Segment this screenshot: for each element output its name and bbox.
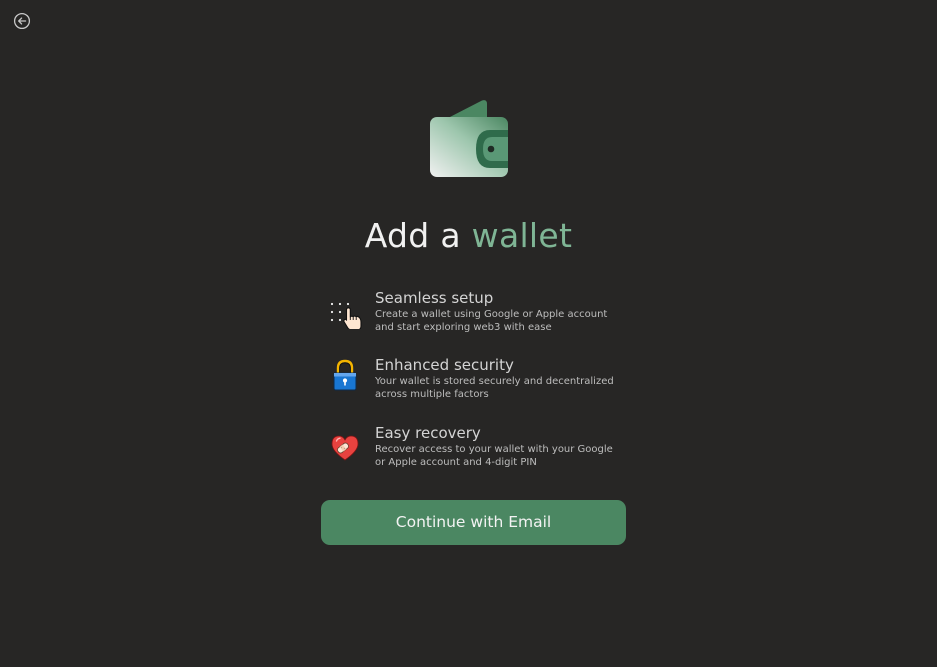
back-arrow-circle-icon — [13, 12, 31, 30]
continue-with-email-button[interactable]: Continue with Email — [321, 500, 626, 545]
title-text: Add a — [364, 216, 461, 255]
feature-description: Recover access to your wallet with your … — [375, 444, 625, 469]
title-accent-text: wallet — [471, 216, 573, 255]
feature-easy-recovery: Easy recovery Recover access to your wal… — [328, 424, 628, 472]
feature-description-line: across multiple factors — [375, 388, 489, 400]
heart-bandage-icon — [328, 424, 364, 464]
feature-description: Your wallet is stored securely and decen… — [375, 376, 625, 401]
keypad-tap-icon — [328, 289, 364, 329]
feature-description-line: and start exploring web3 with ease — [375, 321, 552, 333]
feature-title: Enhanced security — [375, 356, 514, 374]
feature-description: Create a wallet using Google or Apple ac… — [375, 309, 625, 334]
page-title: Add a wallet — [0, 214, 937, 258]
feature-description-line: Create a wallet using Google or Apple ac… — [375, 309, 608, 320]
feature-title: Seamless setup — [375, 289, 494, 307]
padlock-icon — [328, 356, 364, 396]
feature-description-line: Recover access to your wallet with your … — [375, 444, 613, 455]
feature-enhanced-security: Enhanced security Your wallet is stored … — [328, 356, 628, 404]
back-button[interactable] — [13, 12, 31, 30]
feature-seamless-setup: Seamless setup Create a wallet using Goo… — [328, 289, 628, 337]
wallet-icon — [428, 99, 510, 181]
feature-title: Easy recovery — [375, 424, 481, 442]
feature-description-line: or Apple account and 4-digit PIN — [375, 456, 537, 468]
feature-description-line: Your wallet is stored securely and decen… — [375, 376, 614, 387]
